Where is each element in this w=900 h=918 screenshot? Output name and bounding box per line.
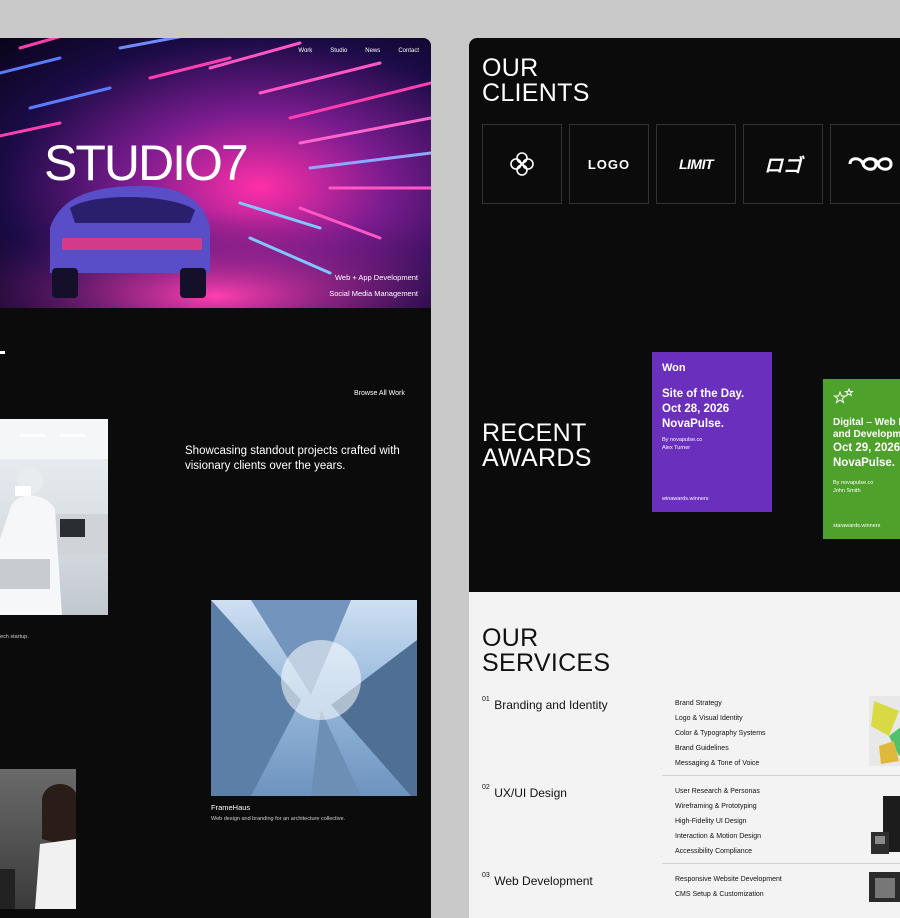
nav-news[interactable]: News [365,48,380,54]
award-footer: winawards.winners [662,496,709,502]
service-name: Web Development [494,874,593,888]
service-number: 03 [482,872,490,879]
brand-wordmark: STUDIO7 [44,135,249,191]
limit-wordmark: LIMIT [678,156,714,172]
hero-service-item: Web + App Development [334,273,418,282]
flower-logo-icon [510,152,534,176]
award-badge: Won [662,362,686,374]
award-title-line: Oct 28, 2026 [662,403,730,415]
services-heading-line: SERVICES [482,649,611,677]
clients-heading-line: OUR [482,54,539,82]
service-item: Brand Guidelines [675,745,729,752]
section-marker [0,351,5,354]
client-logo-tile[interactable]: ロゴ [743,124,823,204]
browse-all-work-link[interactable]: Browse All Work [354,390,405,397]
project-image-skyscrapers[interactable] [211,600,417,796]
service-row-ux-ui[interactable]: 02 UX/UI Design User Research & Personas… [482,784,900,855]
hero-banner: Work Studio News Contact STUDIO7 Web + A… [0,38,431,308]
service-name: UX/UI Design [494,786,567,800]
service-item: Logo & Visual Identity [675,715,743,722]
award-credit-line: By novapulse.co [833,480,874,486]
client-logo-tile[interactable]: LOGO [569,124,649,204]
client-logo-tile[interactable] [482,124,562,204]
project-image-portrait[interactable] [0,769,76,909]
service-item: Wireframing & Prototyping [675,803,757,810]
awards-heading: RECENT AWARDS [482,421,592,471]
awards-heading-line: RECENT [482,419,587,447]
logo-wordmark: LOGO [587,156,631,172]
service-number: 02 [482,784,490,791]
project-title: FrameHaus [211,803,251,812]
award-title-line: NovaPulse. [833,457,895,469]
service-divider [662,775,900,776]
clients-heading-line: CLIENTS [482,79,590,107]
award-card[interactable]: Digital – Web D and Developm Oct 29, 202… [823,379,900,539]
award-credit-line: John Smith [833,488,861,494]
project-image-lab[interactable] [0,419,108,615]
award-credit: By novapulse.co John Smith [833,479,873,495]
nav-studio[interactable]: Studio [330,48,347,54]
service-item: Responsive Website Development [675,876,782,883]
service-number: 01 [482,696,490,703]
award-title-line: and Developm [833,429,900,440]
rogo-wordmark: ロゴ [763,154,802,177]
award-credit-line: By novapulse.co [662,437,703,443]
award-title: Digital – Web D and Developm Oct 29, 202… [833,417,900,471]
service-items: User Research & Personas Wireframing & P… [675,784,761,859]
project-caption: ech startup. [0,634,29,640]
award-credit-line: Alex Turner [662,445,691,451]
award-credit: By novapulse.co Alex Turner [662,436,702,452]
service-items: Responsive Website Development CMS Setup… [675,872,782,902]
award-footer: starawards.winners [833,523,881,529]
service-item: User Research & Personas [675,788,760,795]
portfolio-home-page: Work Studio News Contact STUDIO7 Web + A… [0,38,431,918]
project-description: Web design and branding for an architect… [211,816,346,822]
service-item: Brand Strategy [675,700,722,707]
award-title-line: NovaPulse. [662,418,724,430]
clients-heading: OUR CLIENTS [482,56,590,106]
branding-thumbnail [869,696,900,766]
service-item: Messaging & Tone of Voice [675,760,760,767]
hero-services-list: Web + App Development Social Media Manag… [329,270,418,302]
service-row-branding[interactable]: 01 Branding and Identity Brand Strategy … [482,696,900,767]
client-logo-tile[interactable]: LIMIT [656,124,736,204]
client-logo-tile[interactable] [830,124,900,204]
award-title-line: Site of the Day. [662,388,745,400]
services-section: OUR SERVICES 01 Branding and Identity Br… [469,592,900,918]
awards-heading-line: AWARDS [482,444,592,472]
service-item: Color & Typography Systems [675,730,766,737]
service-item: Interaction & Motion Design [675,833,761,840]
service-row-web-development[interactable]: 03 Web Development Responsive Website De… [482,872,900,898]
nav-work[interactable]: Work [298,48,312,54]
award-card[interactable]: Won Site of the Day. Oct 28, 2026 NovaPu… [652,352,772,512]
web-development-thumbnail [869,872,900,918]
stars-icon [833,387,854,404]
top-navigation: Work Studio News Contact [298,48,419,54]
infinity-logo-icon [848,157,893,171]
nav-contact[interactable]: Contact [398,48,419,54]
services-heading: OUR SERVICES [482,626,610,676]
award-title: Site of the Day. Oct 28, 2026 NovaPulse. [662,387,744,432]
service-items: Brand Strategy Logo & Visual Identity Co… [675,696,766,771]
ux-ui-thumbnail [869,792,900,862]
hero-service-item: Social Media Management [329,289,418,298]
service-item: High-Fidelity UI Design [675,818,747,825]
award-title-line: Digital – Web D [833,417,900,428]
portfolio-about-page: OUR CLIENTS LOGO LIMIT ロゴ RECENT AWARDS … [469,38,900,918]
showcase-intro-text: Showcasing standout projects crafted wit… [185,445,400,472]
services-heading-line: OUR [482,624,539,652]
service-name: Branding and Identity [494,698,608,712]
service-item: Accessibility Compliance [675,848,753,855]
award-title-line: Oct 29, 2026 [833,442,900,454]
service-divider [662,863,900,864]
